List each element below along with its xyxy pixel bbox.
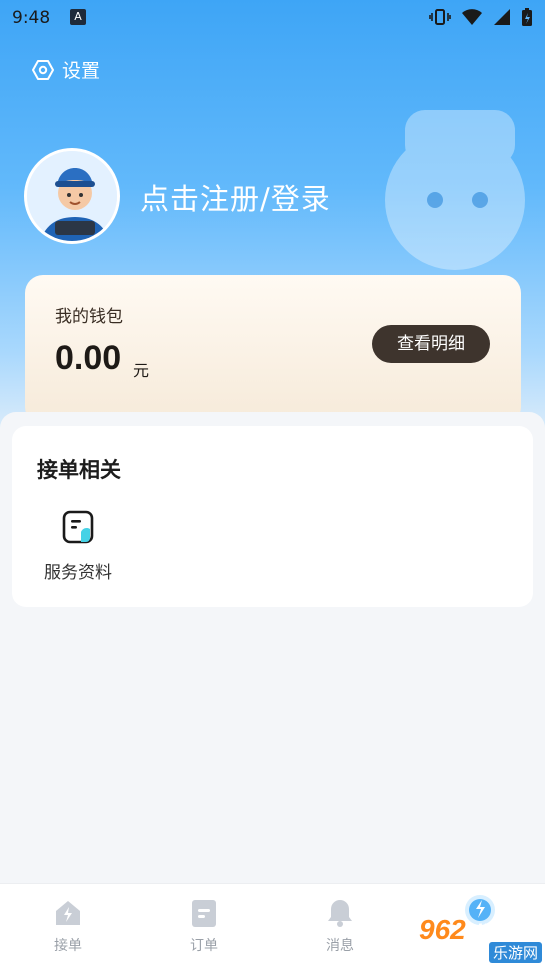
home-icon	[53, 898, 83, 928]
service-info-item[interactable]: 服务资料	[40, 510, 116, 583]
tab-label: 消息	[326, 938, 354, 954]
bell-icon	[325, 898, 355, 928]
vibrate-icon	[429, 8, 451, 31]
wallet-balance: 0.00	[55, 339, 122, 377]
watermark-site: 乐游网	[489, 942, 543, 963]
wifi-icon	[461, 8, 483, 31]
status-bar: 9:48 A	[0, 0, 545, 36]
mascot-decoration	[385, 110, 525, 270]
settings-icon	[32, 59, 54, 81]
site-watermark: 962NET 乐游网	[405, 912, 545, 968]
tab-orders[interactable]: 订单	[164, 898, 244, 955]
order-icon	[189, 898, 219, 928]
tab-accept-orders[interactable]: 接单	[28, 898, 108, 955]
service-info-label: 服务资料	[44, 563, 112, 583]
status-icons	[429, 7, 533, 32]
wallet-card: 我的钱包 0.00 元 查看明细	[25, 275, 521, 425]
section-title: 接单相关	[37, 458, 121, 482]
signal-icon	[493, 8, 511, 31]
settings-label: 设置	[62, 60, 101, 82]
settings-button[interactable]: 设置	[32, 56, 100, 83]
notification-icon: A	[70, 9, 86, 25]
tab-label: 订单	[190, 938, 218, 954]
status-time: 9:48	[12, 8, 51, 28]
view-details-button[interactable]: 查看明细	[372, 325, 490, 363]
tab-label: 接单	[54, 938, 82, 954]
login-register-link[interactable]: 点击注册/登录	[140, 176, 331, 218]
wallet-currency-unit: 元	[133, 361, 150, 380]
wallet-label: 我的钱包	[55, 307, 123, 327]
order-related-card: 接单相关 服务资料	[12, 426, 533, 607]
document-icon	[61, 510, 95, 544]
avatar[interactable]	[24, 148, 120, 244]
battery-icon	[521, 7, 533, 32]
tab-messages[interactable]: 消息	[300, 898, 380, 955]
